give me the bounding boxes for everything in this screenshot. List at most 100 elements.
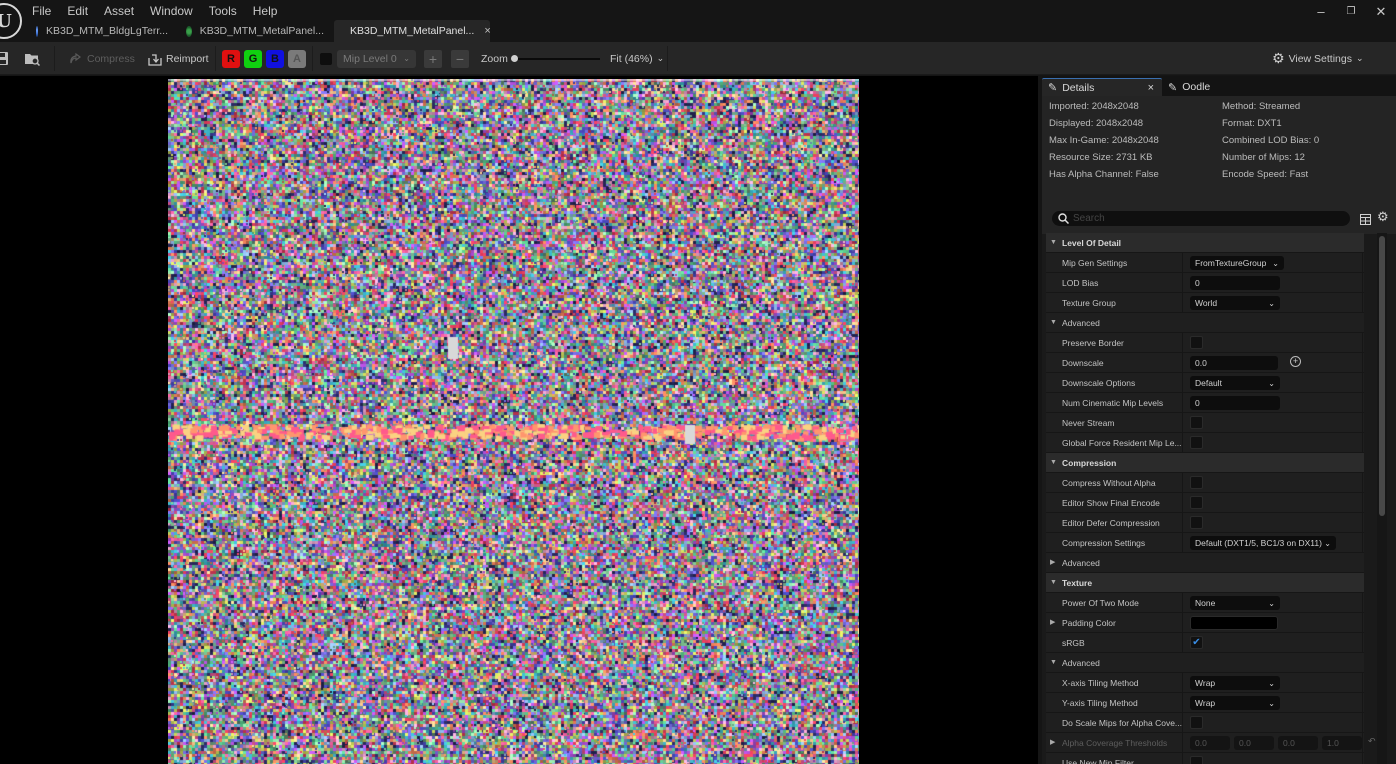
zoom-fit-dropdown[interactable]: Fit (46%) ⌄ — [610, 42, 664, 75]
details-scrollbar[interactable] — [1379, 236, 1385, 516]
plus-icon: + — [424, 49, 442, 68]
subcategory-advanced[interactable]: ▼ Advanced — [1046, 313, 1364, 333]
chevron-down-icon: ⌄ — [1268, 298, 1275, 308]
collapsed-arrow-icon[interactable]: ▶ — [1050, 613, 1055, 633]
menu-file[interactable]: File — [24, 3, 59, 19]
property-matrix-button[interactable] — [1360, 212, 1371, 225]
property-row-do-scale-mips-for-alpha-cove: Do Scale Mips for Alpha Cove... — [1046, 713, 1364, 733]
alpha-coverage-thresholds-component-1[interactable]: 0.0 — [1234, 736, 1274, 750]
mip-level-dropdown[interactable]: Mip Level 0 ⌄ — [337, 42, 416, 75]
compress-without-alpha-checkbox[interactable] — [1190, 476, 1203, 489]
tab-oodle[interactable]: ✎ Oodle — [1168, 78, 1238, 96]
srgb-checkbox[interactable]: ✔ — [1190, 636, 1203, 649]
mip-increase-button[interactable]: + — [424, 42, 442, 75]
compress-button[interactable]: Compress — [69, 42, 135, 75]
property-row-mip-gen-settings: Mip Gen Settings FromTextureGroup ⌄ — [1046, 253, 1364, 273]
close-window-button[interactable]: ✕ — [1366, 4, 1396, 20]
menu-edit[interactable]: Edit — [59, 3, 96, 19]
browse-asset-button[interactable] — [25, 42, 41, 75]
texture-preview[interactable] — [168, 79, 859, 764]
expanded-arrow-icon[interactable]: ▼ — [1050, 453, 1057, 473]
expanded-arrow-icon[interactable]: ▼ — [1050, 573, 1057, 593]
view-settings-button[interactable]: ⚙ View Settings ⌄ — [1272, 42, 1364, 75]
dropdown-value: World — [1195, 298, 1218, 308]
alpha-coverage-thresholds-component-3[interactable]: 1.0 — [1322, 736, 1362, 750]
red-channel-toggle[interactable]: R — [222, 49, 240, 68]
downscale-input[interactable]: 0.0 — [1190, 356, 1278, 370]
column-divider — [1362, 433, 1363, 453]
subcategory-advanced[interactable]: ▼ Advanced — [1046, 653, 1364, 673]
preserve-border-checkbox[interactable] — [1190, 336, 1203, 349]
alpha-coverage-thresholds-component-2[interactable]: 0.0 — [1278, 736, 1318, 750]
expanded-arrow-icon[interactable]: ▼ — [1050, 653, 1057, 673]
property-label: Y-axis Tiling Method — [1062, 698, 1138, 708]
tab-details[interactable]: ✎ Details × — [1042, 78, 1162, 96]
column-divider — [1362, 293, 1363, 313]
downscale-options-dropdown[interactable]: Default ⌄ — [1190, 376, 1280, 390]
tab-metal-panel-material[interactable]: KB3D_MTM_MetalPanel... — [178, 20, 334, 42]
menu-tools[interactable]: Tools — [201, 3, 245, 19]
padding-color-color-swatch[interactable] — [1190, 616, 1278, 630]
column-divider — [1182, 713, 1183, 733]
input-value: 0 — [1195, 398, 1200, 408]
tab-bldg-lg-terr[interactable]: KB3D_MTM_BldgLgTerr... — [28, 20, 178, 42]
reimport-button[interactable]: Reimport — [148, 42, 209, 75]
details-search-input[interactable] — [1073, 213, 1333, 224]
mip-level-checkbox[interactable] — [320, 42, 332, 75]
blue-channel-toggle[interactable]: B — [266, 49, 284, 68]
alpha-coverage-thresholds-component-0[interactable]: 0.0 — [1190, 736, 1230, 750]
collapsed-arrow-icon[interactable]: ▶ — [1050, 553, 1055, 573]
num-cinematic-mip-levels-input[interactable]: 0 — [1190, 396, 1280, 410]
global-force-resident-mip-le-checkbox[interactable] — [1190, 436, 1203, 449]
zoom-slider[interactable] — [511, 42, 600, 75]
details-settings-button[interactable]: ⚙ — [1377, 209, 1389, 225]
unreal-logo-icon[interactable]: U — [0, 3, 22, 39]
never-stream-checkbox[interactable] — [1190, 416, 1203, 429]
menu-asset[interactable]: Asset — [96, 3, 142, 19]
expanded-arrow-icon[interactable]: ▼ — [1050, 233, 1057, 253]
do-scale-mips-for-alpha-cove-checkbox[interactable] — [1190, 716, 1203, 729]
add-element-icon[interactable]: + — [1290, 356, 1301, 367]
subcategory-advanced[interactable]: ▶ Advanced — [1046, 553, 1364, 573]
property-row-preserve-border: Preserve Border — [1046, 333, 1364, 353]
alpha-channel-toggle[interactable]: A — [288, 49, 306, 68]
mip-gen-settings-dropdown[interactable]: FromTextureGroup ⌄ — [1190, 256, 1284, 270]
expanded-arrow-icon[interactable]: ▼ — [1050, 313, 1057, 333]
column-divider — [1362, 373, 1363, 393]
menu-help[interactable]: Help — [245, 3, 286, 19]
category-compression[interactable]: ▼ Compression — [1046, 453, 1364, 473]
x-axis-tiling-method-dropdown[interactable]: Wrap ⌄ — [1190, 676, 1280, 690]
property-label: Advanced — [1062, 318, 1100, 328]
power-of-two-mode-dropdown[interactable]: None ⌄ — [1190, 596, 1280, 610]
category-texture[interactable]: ▼ Texture — [1046, 573, 1364, 593]
menu-window[interactable]: Window — [142, 3, 201, 19]
use-new-mip-filter-checkbox[interactable] — [1190, 756, 1203, 764]
pencil-icon: ✎ — [1048, 82, 1058, 94]
minimize-button[interactable]: – — [1306, 4, 1336, 20]
chevron-down-icon: ⌄ — [1268, 378, 1275, 388]
collapsed-arrow-icon[interactable]: ▶ — [1050, 733, 1055, 753]
lod-bias-input[interactable]: 0 — [1190, 276, 1280, 290]
tab-metal-panel-texture[interactable]: KB3D_MTM_MetalPanel... × — [334, 20, 491, 42]
texture-group-dropdown[interactable]: World ⌄ — [1190, 296, 1280, 310]
compression-settings-dropdown[interactable]: Default (DXT1/5, BC1/3 on DX11) ⌄ — [1190, 536, 1336, 550]
zoom-slider-handle[interactable] — [511, 54, 518, 62]
editor-defer-compression-checkbox[interactable] — [1190, 516, 1203, 529]
property-row-x-axis-tiling-method: X-axis Tiling Method Wrap ⌄ — [1046, 673, 1364, 693]
close-tab-icon[interactable]: × — [1148, 82, 1154, 94]
details-search-box[interactable] — [1052, 211, 1350, 226]
editor-show-final-encode-checkbox[interactable] — [1190, 496, 1203, 509]
save-button[interactable] — [0, 42, 10, 75]
texture-viewport[interactable] — [0, 76, 1038, 764]
green-channel-toggle[interactable]: G — [244, 49, 262, 68]
close-tab-icon[interactable]: × — [484, 25, 490, 37]
info-method: Method: Streamed — [1222, 101, 1301, 112]
mip-decrease-button[interactable]: − — [451, 42, 469, 75]
reset-to-default-icon[interactable]: ↶ — [1368, 736, 1376, 747]
zoom-label: Zoom — [481, 52, 508, 65]
category-level-of-detail[interactable]: ▼ Level Of Detail — [1046, 233, 1364, 253]
details-search-area: ⚙ — [1042, 204, 1396, 234]
restore-button[interactable]: ❐ — [1336, 4, 1366, 20]
chevron-down-icon: ⌄ — [1268, 598, 1275, 608]
y-axis-tiling-method-dropdown[interactable]: Wrap ⌄ — [1190, 696, 1280, 710]
